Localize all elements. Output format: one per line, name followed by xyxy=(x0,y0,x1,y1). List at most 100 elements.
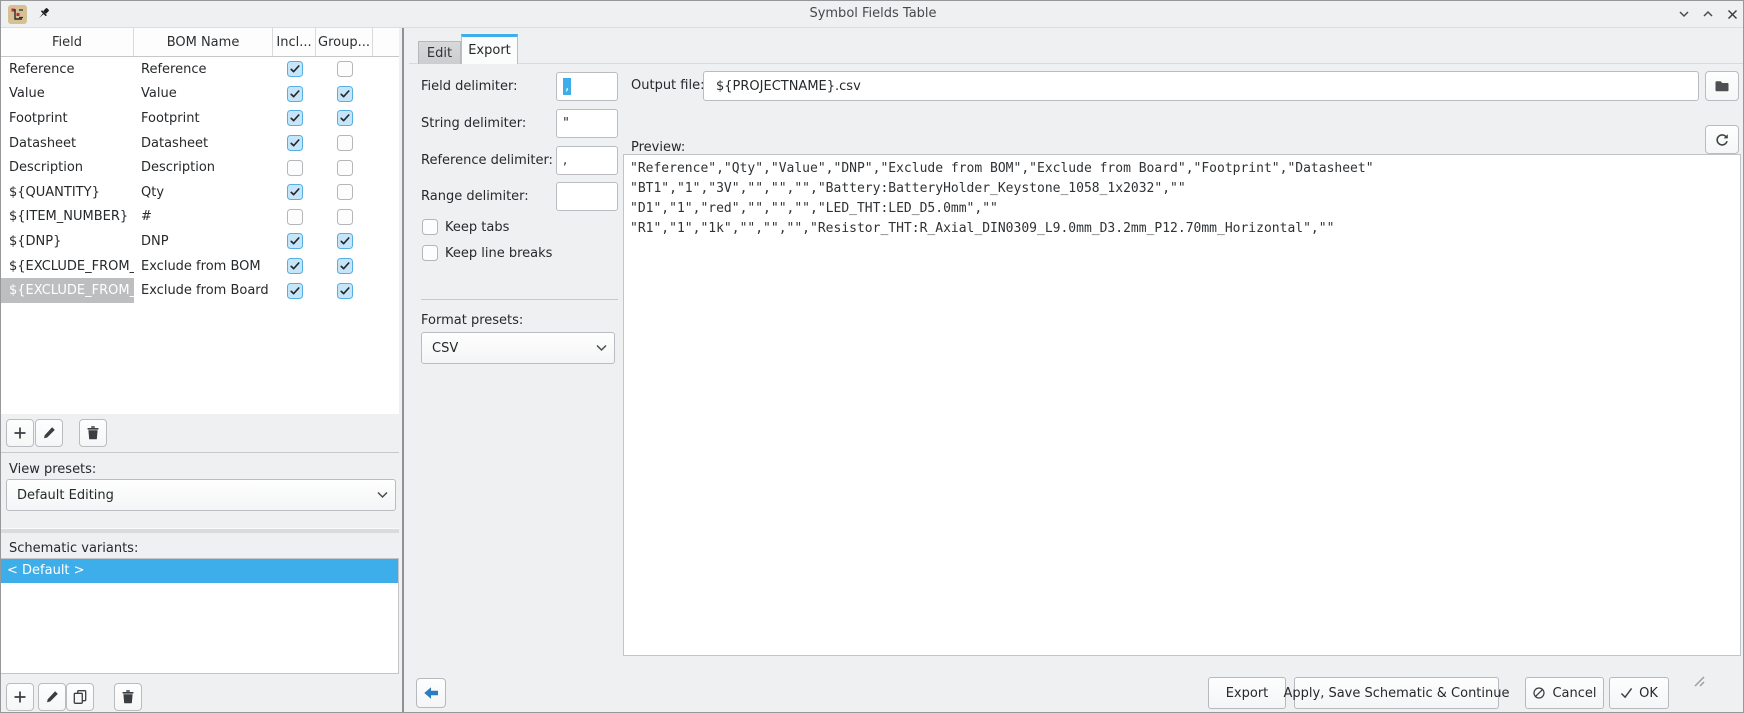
field-name-cell[interactable]: ${DNP} xyxy=(1,229,134,254)
field-delimiter-input[interactable]: , xyxy=(556,72,618,101)
group-cell[interactable] xyxy=(316,57,373,82)
field-row[interactable]: ${EXCLUDE_FROM_BOARD}Exclude from Board xyxy=(1,278,399,303)
keep-line-breaks-checkbox[interactable] xyxy=(422,245,438,261)
include-cell[interactable] xyxy=(273,155,316,180)
format-presets-dropdown[interactable]: CSV xyxy=(421,332,615,364)
apply-save-continue-button[interactable]: Apply, Save Schematic & Continue xyxy=(1294,677,1499,709)
refresh-preview-button[interactable] xyxy=(1705,125,1739,154)
view-presets-dropdown[interactable]: Default Editing xyxy=(6,479,396,511)
field-row[interactable]: FootprintFootprint xyxy=(1,106,399,131)
group-by-checkbox[interactable] xyxy=(337,135,353,151)
variant-item[interactable]: < Default > xyxy=(1,559,398,583)
export-button[interactable]: Export xyxy=(1208,677,1286,709)
include-cell[interactable] xyxy=(273,131,316,156)
include-cell[interactable] xyxy=(273,278,316,303)
include-cell[interactable] xyxy=(273,57,316,82)
group-by-checkbox[interactable] xyxy=(337,283,353,299)
group-cell[interactable] xyxy=(316,180,373,205)
panel-splitter[interactable] xyxy=(402,28,404,713)
include-checkbox[interactable] xyxy=(287,110,303,126)
edit-variant-button[interactable] xyxy=(38,683,66,711)
bom-name-cell[interactable]: Exclude from BOM xyxy=(134,254,273,279)
include-checkbox[interactable] xyxy=(287,184,303,200)
include-cell[interactable] xyxy=(273,106,316,131)
include-cell[interactable] xyxy=(273,205,316,230)
include-checkbox[interactable] xyxy=(287,160,303,176)
column-header-include[interactable]: Incl... xyxy=(273,28,316,56)
include-cell[interactable] xyxy=(273,229,316,254)
resize-grip[interactable] xyxy=(1691,674,1707,692)
close-button[interactable] xyxy=(1723,5,1741,23)
group-by-checkbox[interactable] xyxy=(337,86,353,102)
reference-delimiter-input[interactable]: , xyxy=(556,146,618,175)
include-checkbox[interactable] xyxy=(287,135,303,151)
delete-field-button[interactable] xyxy=(79,419,107,447)
group-cell[interactable] xyxy=(316,254,373,279)
string-delimiter-input[interactable]: " xyxy=(556,109,618,138)
bom-name-cell[interactable]: # xyxy=(134,205,273,230)
group-cell[interactable] xyxy=(316,82,373,107)
duplicate-variant-button[interactable] xyxy=(66,683,94,711)
field-name-cell[interactable]: Description xyxy=(1,155,134,180)
bom-name-cell[interactable]: Reference xyxy=(134,57,273,82)
bom-name-cell[interactable]: Exclude from Board xyxy=(134,278,273,303)
include-cell[interactable] xyxy=(273,254,316,279)
ok-button[interactable]: OK xyxy=(1609,677,1669,709)
group-by-checkbox[interactable] xyxy=(337,110,353,126)
include-checkbox[interactable] xyxy=(287,283,303,299)
group-cell[interactable] xyxy=(316,131,373,156)
field-row[interactable]: DescriptionDescription xyxy=(1,155,399,180)
range-delimiter-input[interactable] xyxy=(556,182,618,211)
field-row[interactable]: ${DNP}DNP xyxy=(1,229,399,254)
bom-name-cell[interactable]: DNP xyxy=(134,229,273,254)
bom-name-cell[interactable]: Qty xyxy=(134,180,273,205)
keep-tabs-checkbox[interactable] xyxy=(422,219,438,235)
cancel-button[interactable]: Cancel xyxy=(1525,677,1604,709)
preview-pane[interactable]: "Reference","Qty","Value","DNP","Exclude… xyxy=(623,154,1741,656)
field-name-cell[interactable]: ${EXCLUDE_FROM_BOARD} xyxy=(1,278,134,303)
bom-name-cell[interactable]: Footprint xyxy=(134,106,273,131)
field-row[interactable]: ${EXCLUDE_FROM_BOM}Exclude from BOM xyxy=(1,254,399,279)
group-cell[interactable] xyxy=(316,155,373,180)
group-by-checkbox[interactable] xyxy=(337,209,353,225)
column-header-group[interactable]: Group... xyxy=(316,28,373,56)
field-row[interactable]: ${QUANTITY}Qty xyxy=(1,180,399,205)
field-name-cell[interactable]: ${ITEM_NUMBER} xyxy=(1,205,134,230)
field-name-cell[interactable]: Datasheet xyxy=(1,131,134,156)
field-name-cell[interactable]: Footprint xyxy=(1,106,134,131)
section-divider[interactable] xyxy=(1,528,399,533)
field-row[interactable]: ReferenceReference xyxy=(1,57,399,82)
tab-export[interactable]: Export xyxy=(461,34,518,64)
field-name-cell[interactable]: ${EXCLUDE_FROM_BOM} xyxy=(1,254,134,279)
add-variant-button[interactable] xyxy=(6,683,34,711)
bom-name-cell[interactable]: Datasheet xyxy=(134,131,273,156)
group-cell[interactable] xyxy=(316,106,373,131)
field-name-cell[interactable]: Value xyxy=(1,82,134,107)
edit-field-button[interactable] xyxy=(35,419,63,447)
include-checkbox[interactable] xyxy=(287,86,303,102)
minimize-button[interactable] xyxy=(1675,5,1693,23)
column-header-field[interactable]: Field xyxy=(1,28,134,56)
tab-edit[interactable]: Edit xyxy=(418,41,461,64)
back-button[interactable] xyxy=(416,678,446,708)
field-name-cell[interactable]: ${QUANTITY} xyxy=(1,180,134,205)
group-cell[interactable] xyxy=(316,278,373,303)
delete-variant-button[interactable] xyxy=(114,683,142,711)
include-checkbox[interactable] xyxy=(287,61,303,77)
field-row[interactable]: ${ITEM_NUMBER}# xyxy=(1,205,399,230)
bom-name-cell[interactable]: Value xyxy=(134,82,273,107)
include-cell[interactable] xyxy=(273,82,316,107)
include-cell[interactable] xyxy=(273,180,316,205)
group-by-checkbox[interactable] xyxy=(337,184,353,200)
field-row[interactable]: ValueValue xyxy=(1,82,399,107)
group-cell[interactable] xyxy=(316,229,373,254)
maximize-button[interactable] xyxy=(1699,5,1717,23)
include-checkbox[interactable] xyxy=(287,258,303,274)
add-field-button[interactable] xyxy=(6,419,34,447)
browse-output-file-button[interactable] xyxy=(1705,71,1739,101)
column-header-bom-name[interactable]: BOM Name xyxy=(134,28,273,56)
bom-name-cell[interactable]: Description xyxy=(134,155,273,180)
include-checkbox[interactable] xyxy=(287,209,303,225)
group-by-checkbox[interactable] xyxy=(337,61,353,77)
group-by-checkbox[interactable] xyxy=(337,258,353,274)
